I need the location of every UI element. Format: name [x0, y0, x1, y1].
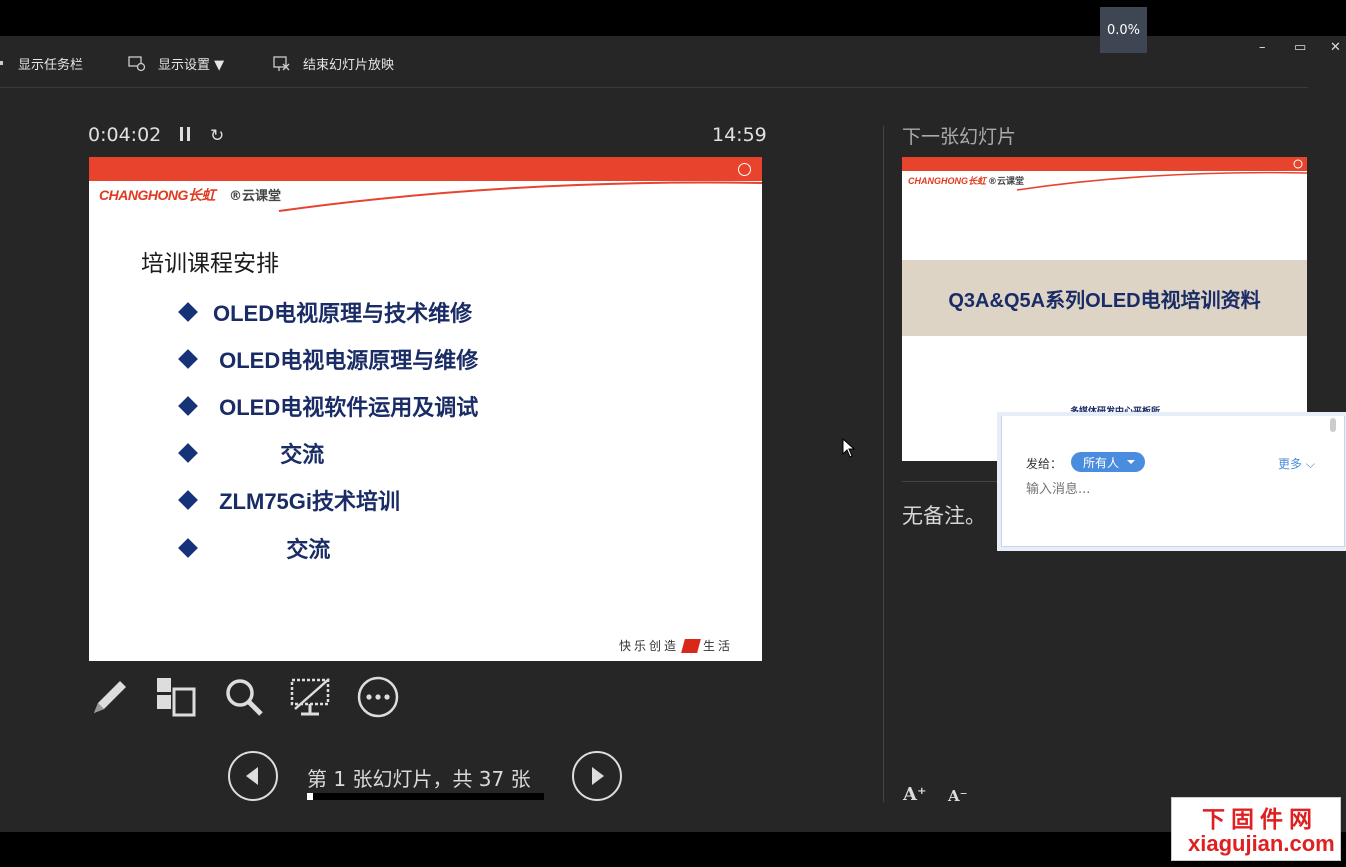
- chat-scrollbar[interactable]: [1330, 418, 1336, 432]
- decrease-font-button[interactable]: A⁻: [948, 787, 968, 805]
- display-settings-icon: [128, 55, 146, 72]
- taskbar-icon: [0, 56, 4, 72]
- reset-icon[interactable]: ↻: [210, 126, 224, 146]
- end-slideshow-icon: [273, 55, 291, 72]
- speaker-notes: 无备注。: [902, 504, 986, 528]
- slide-title: 培训课程安排: [141, 251, 279, 277]
- chat-to-label: 发给：: [1026, 457, 1063, 471]
- next-slide-label: 下一张幻灯片: [902, 126, 1017, 148]
- slide-progress-bar: [307, 793, 544, 800]
- watermark: 下固件网 xiagujian.com: [1171, 797, 1341, 861]
- bullet-text: OLED电视原理与技术维修: [213, 301, 473, 326]
- bullet-text: 交流: [213, 442, 325, 467]
- chat-message-input[interactable]: [1026, 482, 1316, 497]
- next-slide-title: Q3A&Q5A系列OLED电视培训资料: [948, 289, 1261, 312]
- bullet-diamond-icon: [178, 443, 198, 463]
- pane-divider: [883, 126, 884, 802]
- chat-recipient-dropdown[interactable]: 所有人: [1071, 452, 1145, 472]
- watermark-line1: 下固件网: [1202, 807, 1318, 833]
- pause-icon[interactable]: [180, 127, 190, 141]
- slide-header-band: [89, 157, 762, 212]
- chat-panel: 发给： 所有人 更多 ⌵: [1001, 416, 1345, 547]
- next-icon[interactable]: [572, 751, 622, 801]
- percent-badge: 0.0%: [1100, 7, 1147, 53]
- display-settings-button[interactable]: 显示设置 ▼: [128, 54, 224, 73]
- show-taskbar-label: 显示任务栏: [18, 58, 84, 73]
- footer-right-text: 生活: [703, 639, 734, 653]
- minimize-button[interactable]: –: [1259, 40, 1266, 55]
- clock: 14:59: [712, 124, 767, 146]
- slide-counter: 第 1 张幻灯片，共 37 张: [307, 767, 531, 791]
- bullet-item: OLED电视原理与技术维修: [178, 296, 473, 328]
- watermark-line2: xiagujian.com: [1188, 831, 1335, 856]
- bullet-item: ZLM75Gi技术培训: [178, 484, 401, 516]
- footer-left-text: 快乐创造: [619, 639, 680, 653]
- slide-progress-fill: [307, 793, 314, 800]
- screen-off-icon[interactable]: [289, 675, 333, 719]
- slide-footer: 快乐创造 生活: [619, 637, 733, 654]
- end-slideshow-label: 结束幻灯片放映: [303, 58, 395, 73]
- bullet-diamond-icon: [178, 538, 198, 558]
- bullet-text: OLED电视软件运用及调试: [213, 395, 479, 420]
- prev-icon[interactable]: [228, 751, 278, 801]
- next-slide-logo-sub: ®云课堂: [988, 177, 1025, 187]
- bullet-diamond-icon: [178, 349, 198, 369]
- restore-button[interactable]: ▭: [1294, 40, 1306, 55]
- next-slide-title-band: Q3A&Q5A系列OLED电视培训资料: [902, 260, 1307, 336]
- slide-tools: [88, 675, 408, 721]
- slide-nav-icon[interactable]: [738, 163, 751, 176]
- bullet-text: 交流: [213, 537, 331, 562]
- logo-subtitle: ®云课堂: [229, 189, 282, 204]
- bullet-diamond-icon: [178, 302, 198, 322]
- display-settings-label: 显示设置 ▼: [158, 58, 225, 73]
- chat-more-button[interactable]: 更多 ⌵: [1278, 455, 1315, 472]
- more-icon[interactable]: [356, 675, 400, 719]
- changhong-logo: CHANGHONG长虹: [99, 187, 215, 203]
- show-taskbar-button[interactable]: 显示任务栏: [0, 54, 83, 73]
- slide-grid-icon[interactable]: [154, 675, 198, 719]
- bottom-black-bar: [0, 832, 1346, 867]
- elapsed-timer: 0:04:02: [88, 124, 162, 146]
- increase-font-button[interactable]: A⁺: [903, 784, 926, 805]
- footer-c-logo-icon: [681, 638, 701, 653]
- pen-icon[interactable]: [88, 675, 132, 719]
- bullet-diamond-icon: [178, 396, 198, 416]
- bullet-text: OLED电视电源原理与维修: [213, 348, 479, 373]
- zoom-icon[interactable]: [222, 675, 266, 719]
- bullet-item: OLED电视软件运用及调试: [178, 390, 479, 422]
- bullet-text: ZLM75Gi技术培训: [213, 489, 401, 514]
- next-slide-band: [902, 157, 1307, 191]
- bullet-item: 交流: [178, 437, 325, 469]
- bullet-item: OLED电视电源原理与维修: [178, 343, 479, 375]
- bullet-diamond-icon: [178, 490, 198, 510]
- close-button[interactable]: ✕: [1330, 40, 1341, 55]
- current-slide[interactable]: CHANGHONG长虹 ®云课堂 培训课程安排 OLED电视原理与技术维修 OL…: [89, 157, 762, 661]
- next-slide-logo: CHANGHONG长虹: [908, 176, 986, 186]
- end-slideshow-button[interactable]: 结束幻灯片放映: [273, 54, 394, 73]
- bullet-item: 交流: [178, 532, 331, 564]
